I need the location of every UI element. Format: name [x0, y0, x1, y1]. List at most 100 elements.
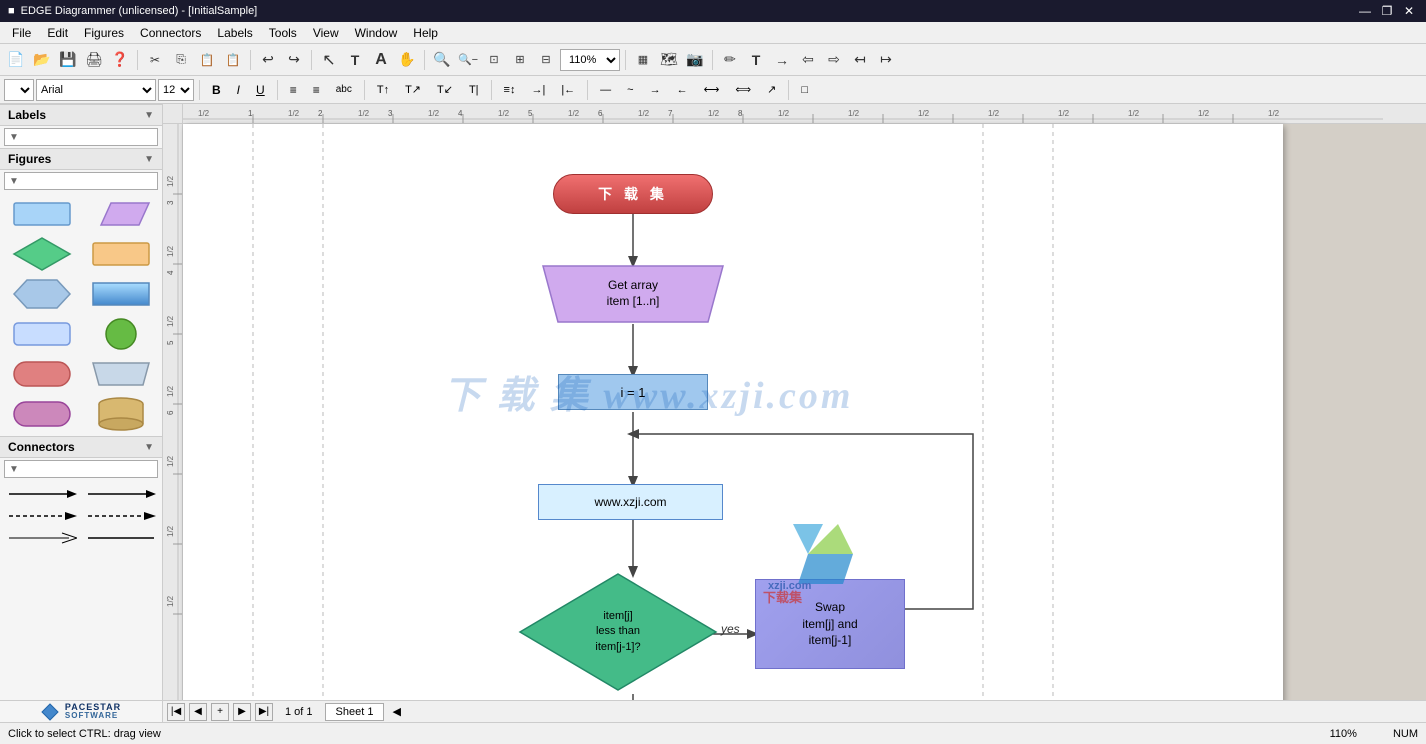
- connectors-dropdown[interactable]: ▼: [4, 460, 158, 478]
- page-tab[interactable]: Sheet 1: [325, 703, 385, 721]
- figure-parallelogram-purple[interactable]: [83, 196, 158, 232]
- arrow-right3-button[interactable]: ↦: [874, 48, 898, 72]
- menu-tools[interactable]: Tools: [261, 24, 305, 42]
- text-tool[interactable]: T: [343, 48, 367, 72]
- labels-section-header[interactable]: Labels ▼: [0, 104, 162, 126]
- connector-arrow1[interactable]: →: [643, 79, 668, 101]
- figure-rect-blue2[interactable]: [4, 316, 79, 352]
- figure-rect-blue[interactable]: [4, 196, 79, 232]
- font-select[interactable]: Arial: [36, 79, 156, 101]
- menu-labels[interactable]: Labels: [209, 24, 260, 42]
- figure-rect-gradient[interactable]: [83, 276, 158, 312]
- process1-node[interactable]: Get arrayitem [1..n]: [533, 264, 733, 324]
- text-vert-button[interactable]: T|: [462, 79, 486, 101]
- bold-button[interactable]: B: [205, 79, 228, 101]
- undo-button[interactable]: ↩: [256, 48, 280, 72]
- text-angle-button[interactable]: T↙: [430, 79, 460, 101]
- add-page-button[interactable]: +: [211, 703, 229, 721]
- connector-arrow5[interactable]: ↗: [760, 79, 783, 101]
- arrow-left2-button[interactable]: ⇦: [796, 48, 820, 72]
- save-button[interactable]: 💾: [56, 48, 80, 72]
- hand-tool[interactable]: ✋: [395, 48, 419, 72]
- outdent-button[interactable]: |←: [554, 79, 582, 101]
- map-button[interactable]: 🗺: [657, 48, 681, 72]
- figure-hexagon-blue[interactable]: [4, 276, 79, 312]
- connector-plain-line[interactable]: [83, 528, 158, 548]
- text-above-button[interactable]: T↑: [370, 79, 396, 101]
- labels-dropdown[interactable]: ▼: [4, 128, 158, 146]
- menu-connectors[interactable]: Connectors: [132, 24, 209, 42]
- select-tool[interactable]: ↖: [317, 48, 341, 72]
- paste2-button[interactable]: 📋: [221, 48, 245, 72]
- connectors-section-header[interactable]: Connectors ▼: [0, 436, 162, 458]
- menu-window[interactable]: Window: [347, 24, 406, 42]
- decision-node[interactable]: item[j]less thanitem[j-1]?: [518, 572, 718, 692]
- connector-arrow3[interactable]: ⟷: [697, 79, 727, 101]
- page-next-button[interactable]: ▶: [233, 703, 251, 721]
- connector-dashed-arrow[interactable]: [4, 506, 79, 526]
- style-select[interactable]: [4, 79, 34, 101]
- line-spacing-button[interactable]: ≡↕: [497, 79, 523, 101]
- loop-body-node[interactable]: www.xzji.com: [538, 484, 723, 520]
- init-node[interactable]: i = 1: [558, 374, 708, 410]
- zoom-select[interactable]: 110%100%75%50%150%: [560, 49, 620, 71]
- zoom-sel-button[interactable]: ⊟: [534, 48, 558, 72]
- edit-text-button[interactable]: ✏: [718, 48, 742, 72]
- menu-view[interactable]: View: [305, 24, 347, 42]
- connector-arrow4[interactable]: ⟺: [728, 79, 758, 101]
- arrow-right2-button[interactable]: ⇨: [822, 48, 846, 72]
- new-button[interactable]: 📄: [4, 48, 28, 72]
- figures-dropdown[interactable]: ▼: [4, 172, 158, 190]
- figure-cylinder[interactable]: [83, 396, 158, 432]
- connector-style1[interactable]: —: [593, 79, 618, 101]
- size-select[interactable]: 12: [158, 79, 194, 101]
- figure-rect-orange[interactable]: [83, 236, 158, 272]
- canvas-area[interactable]: 1/2 1/2 1/2 1/2 1/2 1/2 1/2 1/2 1/2 1/2: [163, 104, 1426, 700]
- zoom-out-button[interactable]: 🔍−: [456, 48, 480, 72]
- start-node[interactable]: 下 载 集: [553, 174, 713, 214]
- cut-button[interactable]: ✂: [143, 48, 167, 72]
- italic-button[interactable]: I: [230, 79, 247, 101]
- connector-dashed-arrow2[interactable]: [83, 506, 158, 526]
- connector-solid-arrow2[interactable]: [83, 484, 158, 504]
- screenshot-button[interactable]: 📷: [683, 48, 707, 72]
- menu-figures[interactable]: Figures: [76, 24, 132, 42]
- underline-button[interactable]: U: [249, 79, 272, 101]
- zoom-fit-button[interactable]: ⊡: [482, 48, 506, 72]
- menu-edit[interactable]: Edit: [39, 24, 76, 42]
- connector-arrow2[interactable]: ←: [670, 79, 695, 101]
- grid-button[interactable]: ▦: [631, 48, 655, 72]
- arrow-left3-button[interactable]: ↤: [848, 48, 872, 72]
- menu-file[interactable]: File: [4, 24, 39, 42]
- page-prev-button[interactable]: ◀: [189, 703, 207, 721]
- menu-help[interactable]: Help: [405, 24, 446, 42]
- arrow-right-button[interactable]: →: [770, 48, 794, 72]
- abc-button[interactable]: abc: [329, 79, 359, 101]
- align-center-button[interactable]: ≡: [306, 79, 327, 101]
- label-tool[interactable]: A: [369, 48, 393, 72]
- app-close-button[interactable]: ✕: [1400, 2, 1418, 20]
- figures-section-header[interactable]: Figures ▼: [0, 148, 162, 170]
- connector-style2[interactable]: ~: [620, 79, 640, 101]
- page-canvas[interactable]: 下 载 集 Get arrayitem [1..n] i = 1 www.xzj…: [183, 124, 1283, 700]
- redo-button[interactable]: ↪: [282, 48, 306, 72]
- zoom-page-button[interactable]: ⊞: [508, 48, 532, 72]
- shape-button[interactable]: □: [794, 79, 815, 101]
- connector-thin-arrow[interactable]: [4, 528, 79, 548]
- figure-circle-green[interactable]: [83, 316, 158, 352]
- zoom-in-button[interactable]: 🔍: [430, 48, 454, 72]
- page-first-button[interactable]: |◀: [167, 703, 185, 721]
- page-last-button[interactable]: ▶|: [255, 703, 273, 721]
- app-restore-button[interactable]: ❐: [1378, 2, 1396, 20]
- paste-button[interactable]: 📋: [195, 48, 219, 72]
- open-button[interactable]: 📂: [30, 48, 54, 72]
- text-format-button[interactable]: T: [744, 48, 768, 72]
- print-button[interactable]: 🖨: [82, 48, 106, 72]
- figure-rounded-purple[interactable]: [4, 396, 79, 432]
- help-button[interactable]: ❓: [108, 48, 132, 72]
- indent-button[interactable]: →|: [524, 79, 552, 101]
- align-left-button[interactable]: ≡: [283, 79, 304, 101]
- text-below-button[interactable]: T↗: [398, 79, 428, 101]
- figure-diamond-green[interactable]: [4, 236, 79, 272]
- figure-rounded-red[interactable]: [4, 356, 79, 392]
